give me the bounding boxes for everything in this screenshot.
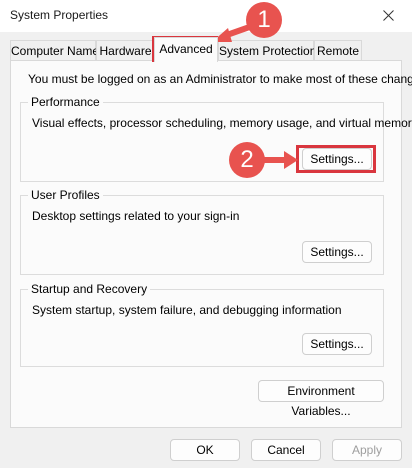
tab-remote[interactable]: Remote bbox=[314, 40, 362, 61]
startup-recovery-settings-button[interactable]: Settings... bbox=[302, 333, 372, 355]
button-label: Settings... bbox=[310, 152, 364, 166]
tab-advanced[interactable]: Advanced bbox=[154, 37, 218, 62]
button-label: Settings... bbox=[310, 245, 364, 259]
button-label: Environment Variables... bbox=[287, 384, 355, 418]
step2-badge: 2 bbox=[229, 142, 265, 178]
tab-label: Hardware bbox=[99, 44, 152, 58]
tab-hardware[interactable]: Hardware bbox=[96, 40, 155, 61]
performance-group bbox=[20, 102, 384, 182]
ok-button[interactable]: OK bbox=[170, 439, 240, 461]
close-icon bbox=[383, 10, 394, 21]
cancel-button[interactable]: Cancel bbox=[251, 439, 321, 461]
environment-variables-button[interactable]: Environment Variables... bbox=[258, 380, 384, 418]
startup-recovery-description: System startup, system failure, and debu… bbox=[32, 303, 342, 317]
user-profiles-group bbox=[20, 195, 384, 275]
step2-arrow-icon bbox=[262, 151, 298, 169]
performance-description: Visual effects, processor scheduling, me… bbox=[32, 116, 412, 130]
window-title: System Properties bbox=[10, 8, 109, 22]
title-bar: System Properties bbox=[0, 0, 412, 32]
close-button[interactable] bbox=[372, 2, 406, 30]
tab-label: Advanced bbox=[159, 42, 213, 56]
tab-computer-name[interactable]: Computer Name bbox=[10, 40, 100, 61]
apply-button[interactable]: Apply bbox=[332, 439, 402, 461]
system-properties-window: System Properties Computer Name Hardware… bbox=[0, 0, 412, 468]
startup-recovery-title: Startup and Recovery bbox=[28, 282, 151, 296]
performance-settings-button[interactable]: Settings... bbox=[302, 148, 372, 170]
user-profiles-settings-button[interactable]: Settings... bbox=[302, 241, 372, 263]
button-label: Cancel bbox=[267, 443, 305, 457]
startup-recovery-group bbox=[20, 289, 384, 367]
user-profiles-title: User Profiles bbox=[28, 188, 103, 202]
button-label: OK bbox=[196, 443, 214, 457]
tab-label: Remote bbox=[316, 44, 360, 58]
button-label: Apply bbox=[351, 443, 383, 457]
button-label: Settings... bbox=[310, 337, 364, 351]
admin-notice: You must be logged on as an Administrato… bbox=[28, 72, 412, 86]
tab-label: Computer Name bbox=[11, 44, 100, 58]
step1-badge: 1 bbox=[246, 2, 282, 38]
user-profiles-description: Desktop settings related to your sign-in bbox=[32, 209, 240, 223]
performance-title: Performance bbox=[28, 95, 103, 109]
